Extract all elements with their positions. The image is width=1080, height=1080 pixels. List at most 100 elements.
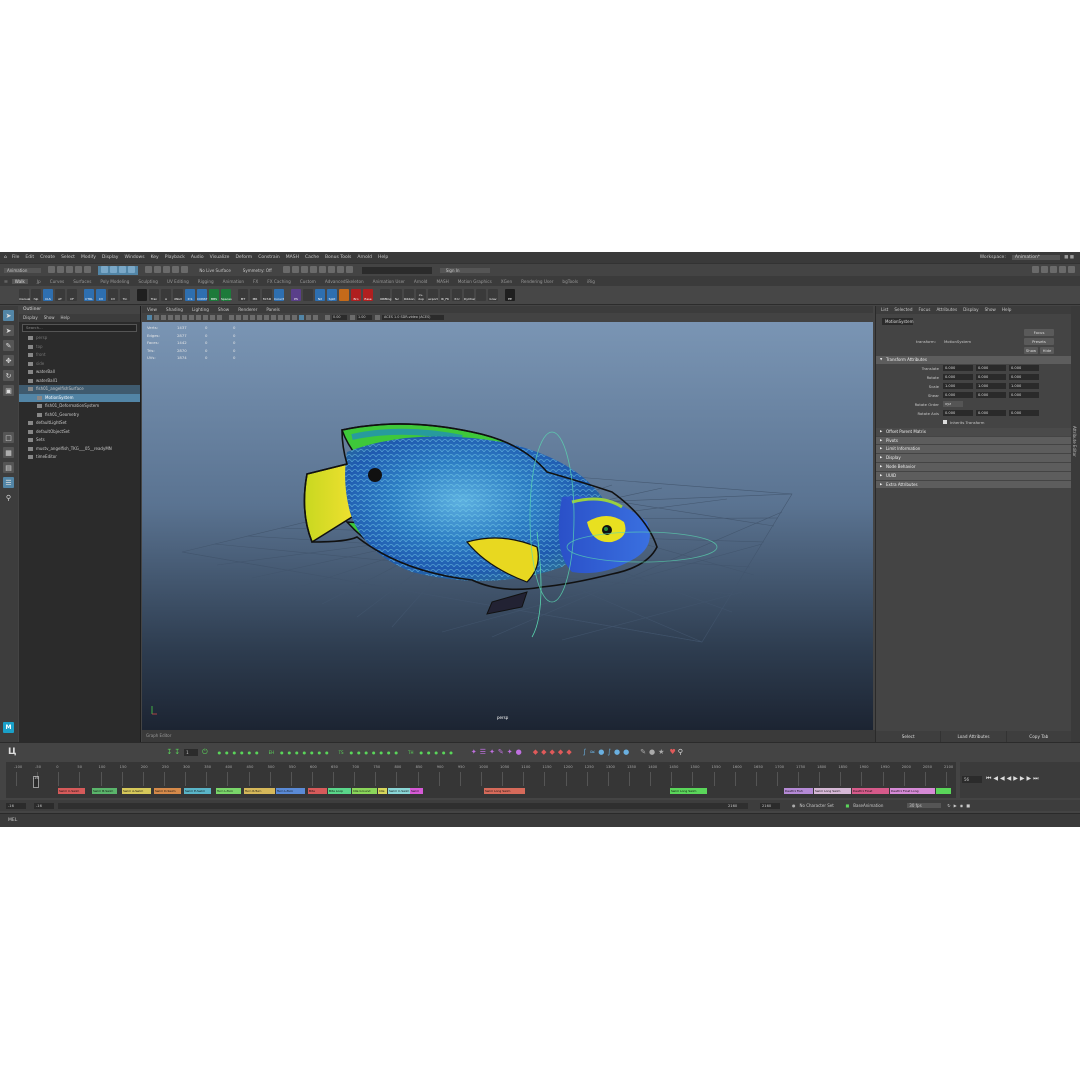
- shelf-icon-ribbon[interactable]: Ribbon: [404, 289, 414, 301]
- shelf-icon-at[interactable]: AT: [55, 289, 65, 301]
- shelf-icon-cls[interactable]: CLS: [43, 289, 53, 301]
- shelf-tab-sculpting[interactable]: Sculpting: [138, 279, 158, 284]
- time-editor-clip[interactable]: Turn R-Turn: [244, 788, 275, 794]
- show-button[interactable]: Show: [1024, 347, 1038, 354]
- time-editor-clip[interactable]: Bite Loop: [328, 788, 351, 794]
- time-editor-clip[interactable]: Idle: [378, 788, 387, 794]
- attr-menu-list[interactable]: List: [881, 307, 888, 312]
- xray-joints-icon[interactable]: [313, 315, 318, 320]
- shelf-icon-manual[interactable]: manual: [19, 289, 30, 301]
- menu-file[interactable]: File: [12, 255, 20, 260]
- outliner-item[interactable]: mustv_angelfish_TKG___05__readyMN: [19, 445, 140, 454]
- uuid-section[interactable]: UUID: [876, 471, 1072, 480]
- snap-view-icon[interactable]: [181, 266, 189, 273]
- redo-icon[interactable]: [84, 266, 92, 273]
- time-editor-clip[interactable]: Swim Long Swim: [814, 788, 851, 794]
- menu-modify[interactable]: Modify: [81, 255, 96, 260]
- anim-tool-icons-red[interactable]: ◆◆◆◆◆: [533, 748, 575, 756]
- exposure-icon[interactable]: [325, 315, 330, 320]
- menu-constrain[interactable]: Constrain: [258, 255, 280, 260]
- snap-point-icon[interactable]: [163, 266, 171, 273]
- offset-parent-matrix-section[interactable]: Offset Parent Matrix: [876, 427, 1072, 436]
- transform-name-field[interactable]: MotionSystem: [944, 339, 971, 344]
- outliner-item[interactable]: Sets: [19, 436, 140, 445]
- shelf-tab-motion-graphics[interactable]: Motion Graphics: [458, 279, 492, 284]
- rotate-x-field[interactable]: 0.000: [943, 374, 973, 381]
- smooth-shade-icon[interactable]: [236, 315, 241, 320]
- grid-icon[interactable]: [175, 315, 180, 320]
- outliner-item[interactable]: fish01_DeformationSystem: [19, 402, 140, 411]
- ipr-icon[interactable]: [291, 266, 299, 273]
- select-object-icon[interactable]: [110, 266, 118, 273]
- menu-edit[interactable]: Edit: [25, 255, 34, 260]
- time-editor-clip[interactable]: Death1 Float Long: [890, 788, 935, 794]
- four-view-icon[interactable]: ▦: [3, 447, 14, 458]
- rotate-z-field[interactable]: 0.000: [1009, 374, 1039, 381]
- frame-field[interactable]: 1: [184, 748, 199, 756]
- shelf-icon-bro[interactable]: Bro: [351, 289, 361, 301]
- viewport-menu-panels[interactable]: Panels: [266, 307, 279, 312]
- time-editor-clip[interactable]: Death1 Float: [852, 788, 889, 794]
- motion-blur-icon[interactable]: [278, 315, 283, 320]
- shelf-tab-walk[interactable]: Walk: [11, 278, 28, 284]
- attr-menu-help[interactable]: Help: [1002, 307, 1012, 312]
- menu-key[interactable]: Key: [151, 255, 159, 260]
- time-editor-clip[interactable]: Swim: [410, 788, 423, 794]
- menu-windows[interactable]: Windows: [124, 255, 144, 260]
- translate-z-field[interactable]: 0.000: [1009, 365, 1039, 372]
- viewport-menu-lighting[interactable]: Lighting: [192, 307, 209, 312]
- shelf-icon-ik-fk[interactable]: IK_FK: [440, 289, 450, 301]
- outliner-menu-help[interactable]: Help: [61, 315, 70, 320]
- shelf-icon-p-u[interactable]: P-U: [452, 289, 462, 301]
- shelf-icon-ctrl[interactable]: CTRL: [84, 289, 94, 301]
- shelf-tab-poly-modeling[interactable]: Poly Modeling: [100, 279, 129, 284]
- load-attributes-button[interactable]: Load Attributes: [941, 731, 1007, 742]
- shelf-icon-bbs[interactable]: BBS: [209, 289, 219, 301]
- shelf-icon-tran[interactable]: Tran: [149, 289, 159, 301]
- single-view-icon[interactable]: □: [3, 432, 14, 443]
- range-end-field[interactable]: 2160: [760, 802, 780, 809]
- shelf-icon-grav[interactable]: Grav: [488, 289, 498, 301]
- exposure-field[interactable]: 0.00: [332, 315, 347, 320]
- shelf-icon-dychar[interactable]: DyChar: [464, 289, 475, 301]
- shelf-icon-ease[interactable]: Ease: [363, 289, 373, 301]
- shelf-icon-p-s[interactable]: P-S: [185, 289, 195, 301]
- attr-menu-selected[interactable]: Selected: [894, 307, 912, 312]
- shelf-tab-arnold[interactable]: Arnold: [414, 279, 428, 284]
- hide-button[interactable]: Hide: [1040, 347, 1054, 354]
- shelf-tab-custom[interactable]: Custom: [300, 279, 316, 284]
- sign-in-button[interactable]: Sign In: [439, 268, 490, 273]
- shelf-icon-orbtog[interactable]: ORBtog: [380, 289, 391, 301]
- resolution-gate-icon[interactable]: [189, 315, 194, 320]
- range-inner-start-field[interactable]: -16: [34, 802, 54, 809]
- shelf-tab-animation[interactable]: Animation: [223, 279, 244, 284]
- outliner-item[interactable]: persp: [19, 334, 140, 343]
- 3d-scene[interactable]: Verts: 1437 0 0 Edges: 2877 0 0 Faces: 1442 0 0 Tris…: [142, 322, 873, 730]
- shelf-tab-uv-editing[interactable]: UV Editing: [167, 279, 189, 284]
- outliner-menu-display[interactable]: Display: [23, 315, 38, 320]
- snap-grid-icon[interactable]: [145, 266, 153, 273]
- time-editor-clip[interactable]: Swim Long Swim: [670, 788, 707, 794]
- shelf-icon-mr[interactable]: MR: [250, 289, 260, 301]
- outliner-item[interactable]: MotionSystem: [19, 393, 140, 402]
- character-controls-icon[interactable]: [1041, 266, 1048, 273]
- shelf-icon-cv-dup[interactable]: cv-dup: [416, 289, 426, 301]
- rotate-order-dropdown[interactable]: xyz: [943, 401, 963, 408]
- time-editor-clip[interactable]: Swim Long Swim: [484, 788, 525, 794]
- home-icon[interactable]: ⌂: [4, 255, 7, 260]
- shelf-icon-tin[interactable]: Tin: [120, 289, 130, 301]
- save-scene-icon[interactable]: [66, 266, 74, 273]
- shelf-icon-tool-36[interactable]: [476, 289, 486, 301]
- camera-attr-icon[interactable]: [154, 315, 159, 320]
- outliner-item[interactable]: waterBall1: [19, 377, 140, 386]
- command-input-field[interactable]: [361, 267, 432, 274]
- shelf-icon-xnull[interactable]: XNull: [173, 289, 183, 301]
- render-settings-icon[interactable]: [300, 266, 308, 273]
- menu-bonus-tools[interactable]: Bonus Tools: [325, 255, 351, 260]
- arnold-icon[interactable]: [318, 266, 326, 273]
- character-set-dropdown[interactable]: No Character Set: [800, 803, 840, 808]
- color-management-icon[interactable]: [375, 315, 380, 320]
- anim-layer-icon[interactable]: ■: [846, 803, 850, 808]
- time-slider[interactable]: -100 -50 0 50 100 150 200 250 300 350 400 450 500 550…: [6, 762, 956, 798]
- select-button[interactable]: Select: [876, 731, 942, 742]
